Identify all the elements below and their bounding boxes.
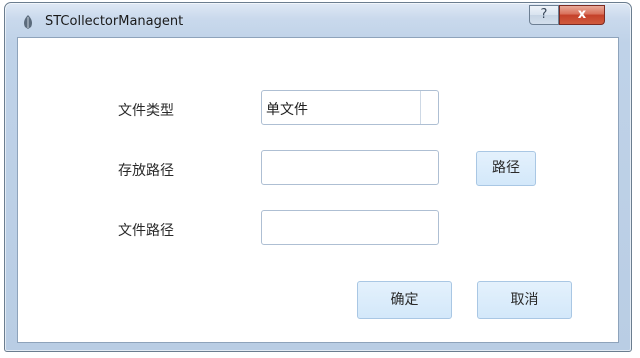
help-button[interactable]: ?: [529, 5, 559, 25]
window-title: STCollectorManagent: [45, 14, 184, 29]
browse-path-label: 路径: [492, 160, 520, 176]
ok-button[interactable]: 确定: [357, 281, 452, 319]
file-type-label: 文件类型: [118, 103, 174, 119]
cancel-button[interactable]: 取消: [477, 281, 572, 319]
app-leaf-icon: [20, 14, 36, 30]
help-icon: ?: [540, 7, 548, 22]
title-bar[interactable]: STCollectorManagent ? x: [5, 3, 631, 39]
close-button[interactable]: x: [559, 5, 605, 25]
dialog-window: STCollectorManagent ? x 文件类型 单文件 存放路径 路径…: [4, 2, 632, 352]
file-type-combobox[interactable]: 单文件: [261, 90, 439, 125]
ok-button-label: 确定: [390, 292, 419, 308]
save-path-input[interactable]: [261, 150, 439, 185]
chevron-down-icon[interactable]: [421, 91, 438, 124]
save-path-label: 存放路径: [118, 163, 174, 179]
dialog-content: 文件类型 单文件 存放路径 路径 文件路径 确定 取消: [17, 37, 619, 343]
close-icon: x: [577, 7, 587, 22]
file-path-input[interactable]: [261, 210, 439, 245]
cancel-button-label: 取消: [510, 292, 539, 308]
file-type-value: 单文件: [266, 102, 308, 118]
file-path-label: 文件路径: [118, 223, 174, 239]
browse-path-button[interactable]: 路径: [476, 151, 536, 186]
